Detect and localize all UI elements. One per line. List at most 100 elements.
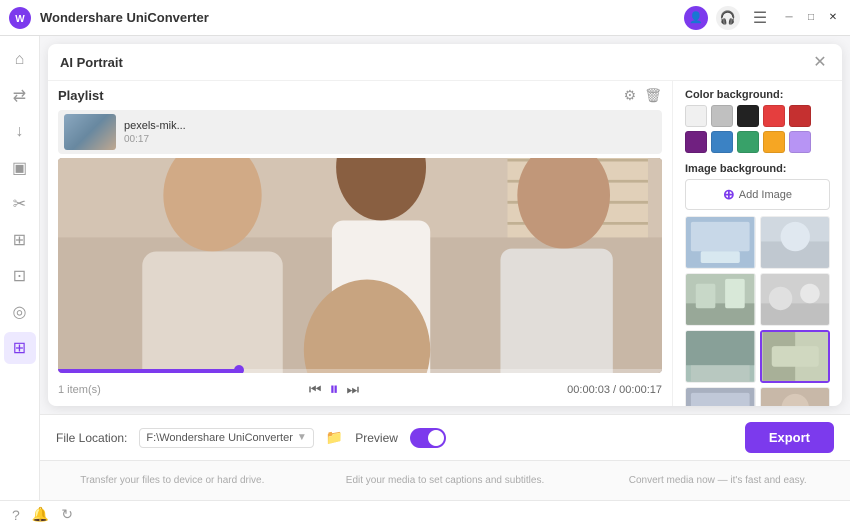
headset-icon[interactable]: 🎧 xyxy=(716,6,740,30)
swatch-blue[interactable] xyxy=(711,131,733,153)
minimize-button[interactable]: ─ xyxy=(780,9,798,27)
notification-icon[interactable]: 🔔 xyxy=(32,506,49,523)
svg-text:W: W xyxy=(15,14,25,25)
preview-label: Preview xyxy=(355,431,398,445)
image-thumb-4[interactable] xyxy=(760,273,831,326)
help-icon[interactable]: ? xyxy=(12,507,20,523)
toggle-knob xyxy=(428,430,444,446)
image-grid xyxy=(685,216,830,406)
next-button[interactable]: ⏭ xyxy=(346,381,359,398)
swatch-green[interactable] xyxy=(737,131,759,153)
sidebar: ⌂ ⇄ ↓ ▣ ✂ ⊞ ⊡ ◎ ⊞ xyxy=(0,36,40,500)
playlist-title: Playlist xyxy=(58,88,104,103)
swatch-light-gray[interactable] xyxy=(685,105,707,127)
swatch-orange[interactable] xyxy=(763,131,785,153)
title-bar-actions: 👤 🎧 ☰ xyxy=(684,6,772,30)
bottom-footer: ? 🔔 ↻ xyxy=(0,500,850,528)
user-icon[interactable]: 👤 xyxy=(684,6,708,30)
sidebar-item-download[interactable]: ↓ xyxy=(4,116,36,148)
image-background-label: Image background: xyxy=(685,163,830,175)
app-title: Wondershare UniConverter xyxy=(40,10,684,25)
video-content xyxy=(58,158,662,373)
file-path-text: F:\Wondershare UniConverter xyxy=(146,432,293,444)
plus-icon: ⊕ xyxy=(723,186,735,203)
export-button[interactable]: Export xyxy=(745,422,834,453)
image-thumb-2[interactable] xyxy=(760,216,831,269)
hint-3: Convert media now — it's fast and easy. xyxy=(601,474,834,487)
video-progress-handle xyxy=(234,365,244,373)
video-progress-bar[interactable] xyxy=(58,369,662,373)
sidebar-item-cut[interactable]: ✂ xyxy=(4,188,36,220)
ai-portrait-dialog: AI Portrait ✕ Playlist ⚙ 🗑 xyxy=(48,44,842,406)
sidebar-item-merge[interactable]: ⊞ xyxy=(4,224,36,256)
image-background-section: Image background: ⊕ Add Image xyxy=(685,163,830,406)
swatch-dark-red[interactable] xyxy=(789,105,811,127)
playlist-header: Playlist ⚙ 🗑 xyxy=(48,81,672,110)
playlist-thumbnail xyxy=(64,114,116,150)
preview-toggle[interactable] xyxy=(410,428,446,448)
app-logo: W xyxy=(8,6,32,30)
dialog-close-button[interactable]: ✕ xyxy=(810,52,830,72)
swatch-dark-purple[interactable] xyxy=(685,131,707,153)
window-controls: ─ □ ✕ xyxy=(780,9,842,27)
video-progress-fill xyxy=(58,369,239,373)
left-panel: Playlist ⚙ 🗑 pexels- xyxy=(48,81,672,406)
dialog-title: AI Portrait xyxy=(60,55,123,70)
right-panel: Color background: xyxy=(672,81,842,406)
playlist-actions: ⚙ 🗑 xyxy=(624,87,662,104)
video-controls: 1 item(s) ⏮ ⏸ ⏭ 00:00:03 / 00:00:17 xyxy=(48,373,672,406)
dropdown-arrow-icon[interactable]: ▼ xyxy=(297,432,307,443)
sidebar-item-convert[interactable]: ⇄ xyxy=(4,80,36,112)
menu-icon[interactable]: ☰ xyxy=(748,6,772,30)
swatch-gray[interactable] xyxy=(711,105,733,127)
image-thumb-3[interactable] xyxy=(685,273,756,326)
image-thumb-8[interactable] xyxy=(760,387,831,406)
close-button[interactable]: ✕ xyxy=(824,9,842,27)
list-item[interactable]: pexels-mik... 00:17 xyxy=(58,110,662,154)
swatch-light-purple[interactable] xyxy=(789,131,811,153)
dialog-body: Playlist ⚙ 🗑 pexels- xyxy=(48,81,842,406)
swatch-black[interactable] xyxy=(737,105,759,127)
content-area: AI Portrait ✕ Playlist ⚙ 🗑 xyxy=(40,36,850,500)
color-background-label: Color background: xyxy=(685,89,830,101)
prev-button[interactable]: ⏮ xyxy=(309,381,322,398)
hint-1: Transfer your files to device or hard dr… xyxy=(56,474,289,487)
add-image-button[interactable]: ⊕ Add Image xyxy=(685,179,830,210)
video-preview xyxy=(58,158,662,373)
items-count: 1 item(s) xyxy=(58,384,101,396)
sidebar-item-watermark[interactable]: ◎ xyxy=(4,296,36,328)
playlist-items: pexels-mik... 00:17 xyxy=(48,110,672,158)
bottom-bar: File Location: F:\Wondershare UniConvert… xyxy=(40,414,850,460)
color-background-section: Color background: xyxy=(685,89,830,153)
image-thumb-6[interactable] xyxy=(760,330,831,383)
current-time: 00:00:03 xyxy=(567,384,610,396)
swatch-red[interactable] xyxy=(763,105,785,127)
maximize-button[interactable]: □ xyxy=(802,9,820,27)
playlist-settings-icon[interactable]: ⚙ xyxy=(624,87,637,104)
hint-2: Edit your media to set captions and subt… xyxy=(329,474,562,487)
file-path-display[interactable]: F:\Wondershare UniConverter ▼ xyxy=(139,428,313,448)
bottom-hints: Transfer your files to device or hard dr… xyxy=(40,460,850,500)
sidebar-item-screen[interactable]: ▣ xyxy=(4,152,36,184)
main-layout: ⌂ ⇄ ↓ ▣ ✂ ⊞ ⊡ ◎ ⊞ AI Portrait ✕ Playlist xyxy=(0,36,850,500)
playlist-item-name: pexels-mik... xyxy=(124,120,186,132)
playlist-item-duration: 00:17 xyxy=(124,134,186,145)
sidebar-item-home[interactable]: ⌂ xyxy=(4,44,36,76)
refresh-icon[interactable]: ↻ xyxy=(61,506,73,523)
image-thumb-1[interactable] xyxy=(685,216,756,269)
dialog-header: AI Portrait ✕ xyxy=(48,44,842,81)
playlist-delete-icon[interactable]: 🗑 xyxy=(644,87,662,104)
image-thumb-5[interactable] xyxy=(685,330,756,383)
playlist-item-info: pexels-mik... 00:17 xyxy=(124,120,186,145)
color-swatches xyxy=(685,105,830,153)
sidebar-item-toolbox[interactable]: ⊞ xyxy=(4,332,36,364)
sidebar-item-compress[interactable]: ⊡ xyxy=(4,260,36,292)
pause-button[interactable]: ⏸ xyxy=(329,379,338,400)
file-location-label: File Location: xyxy=(56,431,127,445)
total-time: 00:00:17 xyxy=(619,384,662,396)
title-bar: W Wondershare UniConverter 👤 🎧 ☰ ─ □ ✕ xyxy=(0,0,850,36)
image-thumb-7[interactable] xyxy=(685,387,756,406)
folder-browse-icon[interactable]: 📁 xyxy=(326,429,343,446)
time-display: 00:00:03 / 00:00:17 xyxy=(567,384,662,396)
add-image-label: Add Image xyxy=(739,189,792,201)
